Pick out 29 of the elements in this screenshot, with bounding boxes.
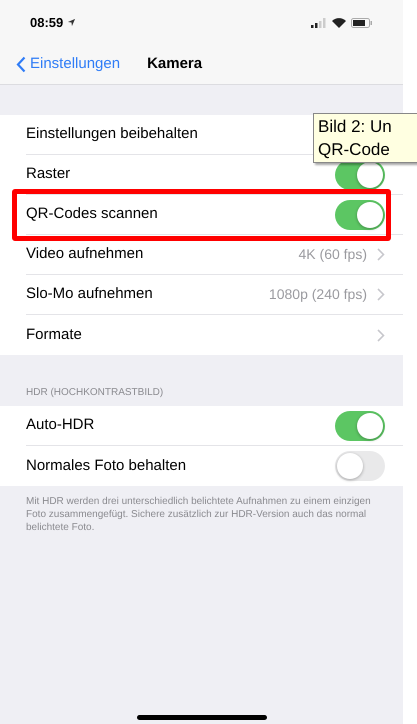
battery-icon: [351, 18, 373, 28]
back-button[interactable]: Einstellungen: [16, 53, 120, 76]
row-link[interactable]: 1080p (240 fps): [268, 284, 385, 305]
signal-icon: [311, 18, 327, 28]
row-label: Normales Foto behalten: [26, 456, 186, 476]
tooltip-text: Bild 2: Un: [318, 116, 393, 138]
toggle-switch[interactable]: [335, 200, 385, 230]
row-label: Raster: [26, 164, 70, 184]
location-arrow-icon: [67, 18, 76, 27]
row-label: QR-Codes scannen: [26, 204, 158, 224]
row-label: Formate: [26, 324, 82, 345]
toggle-switch[interactable]: [335, 410, 385, 440]
row-link[interactable]: 4K (60 fps): [298, 244, 385, 265]
chevron-icon: [377, 248, 385, 261]
row-value: 4K (60 fps): [298, 245, 367, 264]
row-value: 1080p (240 fps): [268, 285, 367, 304]
row-label: Auto-HDR: [26, 415, 94, 436]
section-header: HDR (HOCHKONTRASTBILD): [25, 386, 164, 400]
tooltip-text: QR-Code: [318, 139, 391, 161]
page-title: Kamera: [147, 54, 202, 74]
back-chevron-icon: [16, 56, 26, 73]
wifi-icon: [332, 18, 346, 28]
row-label: Einstellungen beibehalten: [26, 124, 198, 144]
row-label: Slo-Mo aufnehmen: [26, 284, 153, 304]
row-label: Video aufnehmen: [26, 244, 144, 264]
section-footer: Mit HDR werden drei unterschiedlich belichtete Aufnahmen zu einem einzigen Foto zusammengefügt. Sichere zusätzlich zur HDR-Version auch das normal belichtete Foto.: [0, 486, 403, 534]
status-time: 08:59: [30, 14, 64, 32]
toggle-switch[interactable]: [335, 451, 385, 481]
chevron-icon: [377, 288, 385, 301]
